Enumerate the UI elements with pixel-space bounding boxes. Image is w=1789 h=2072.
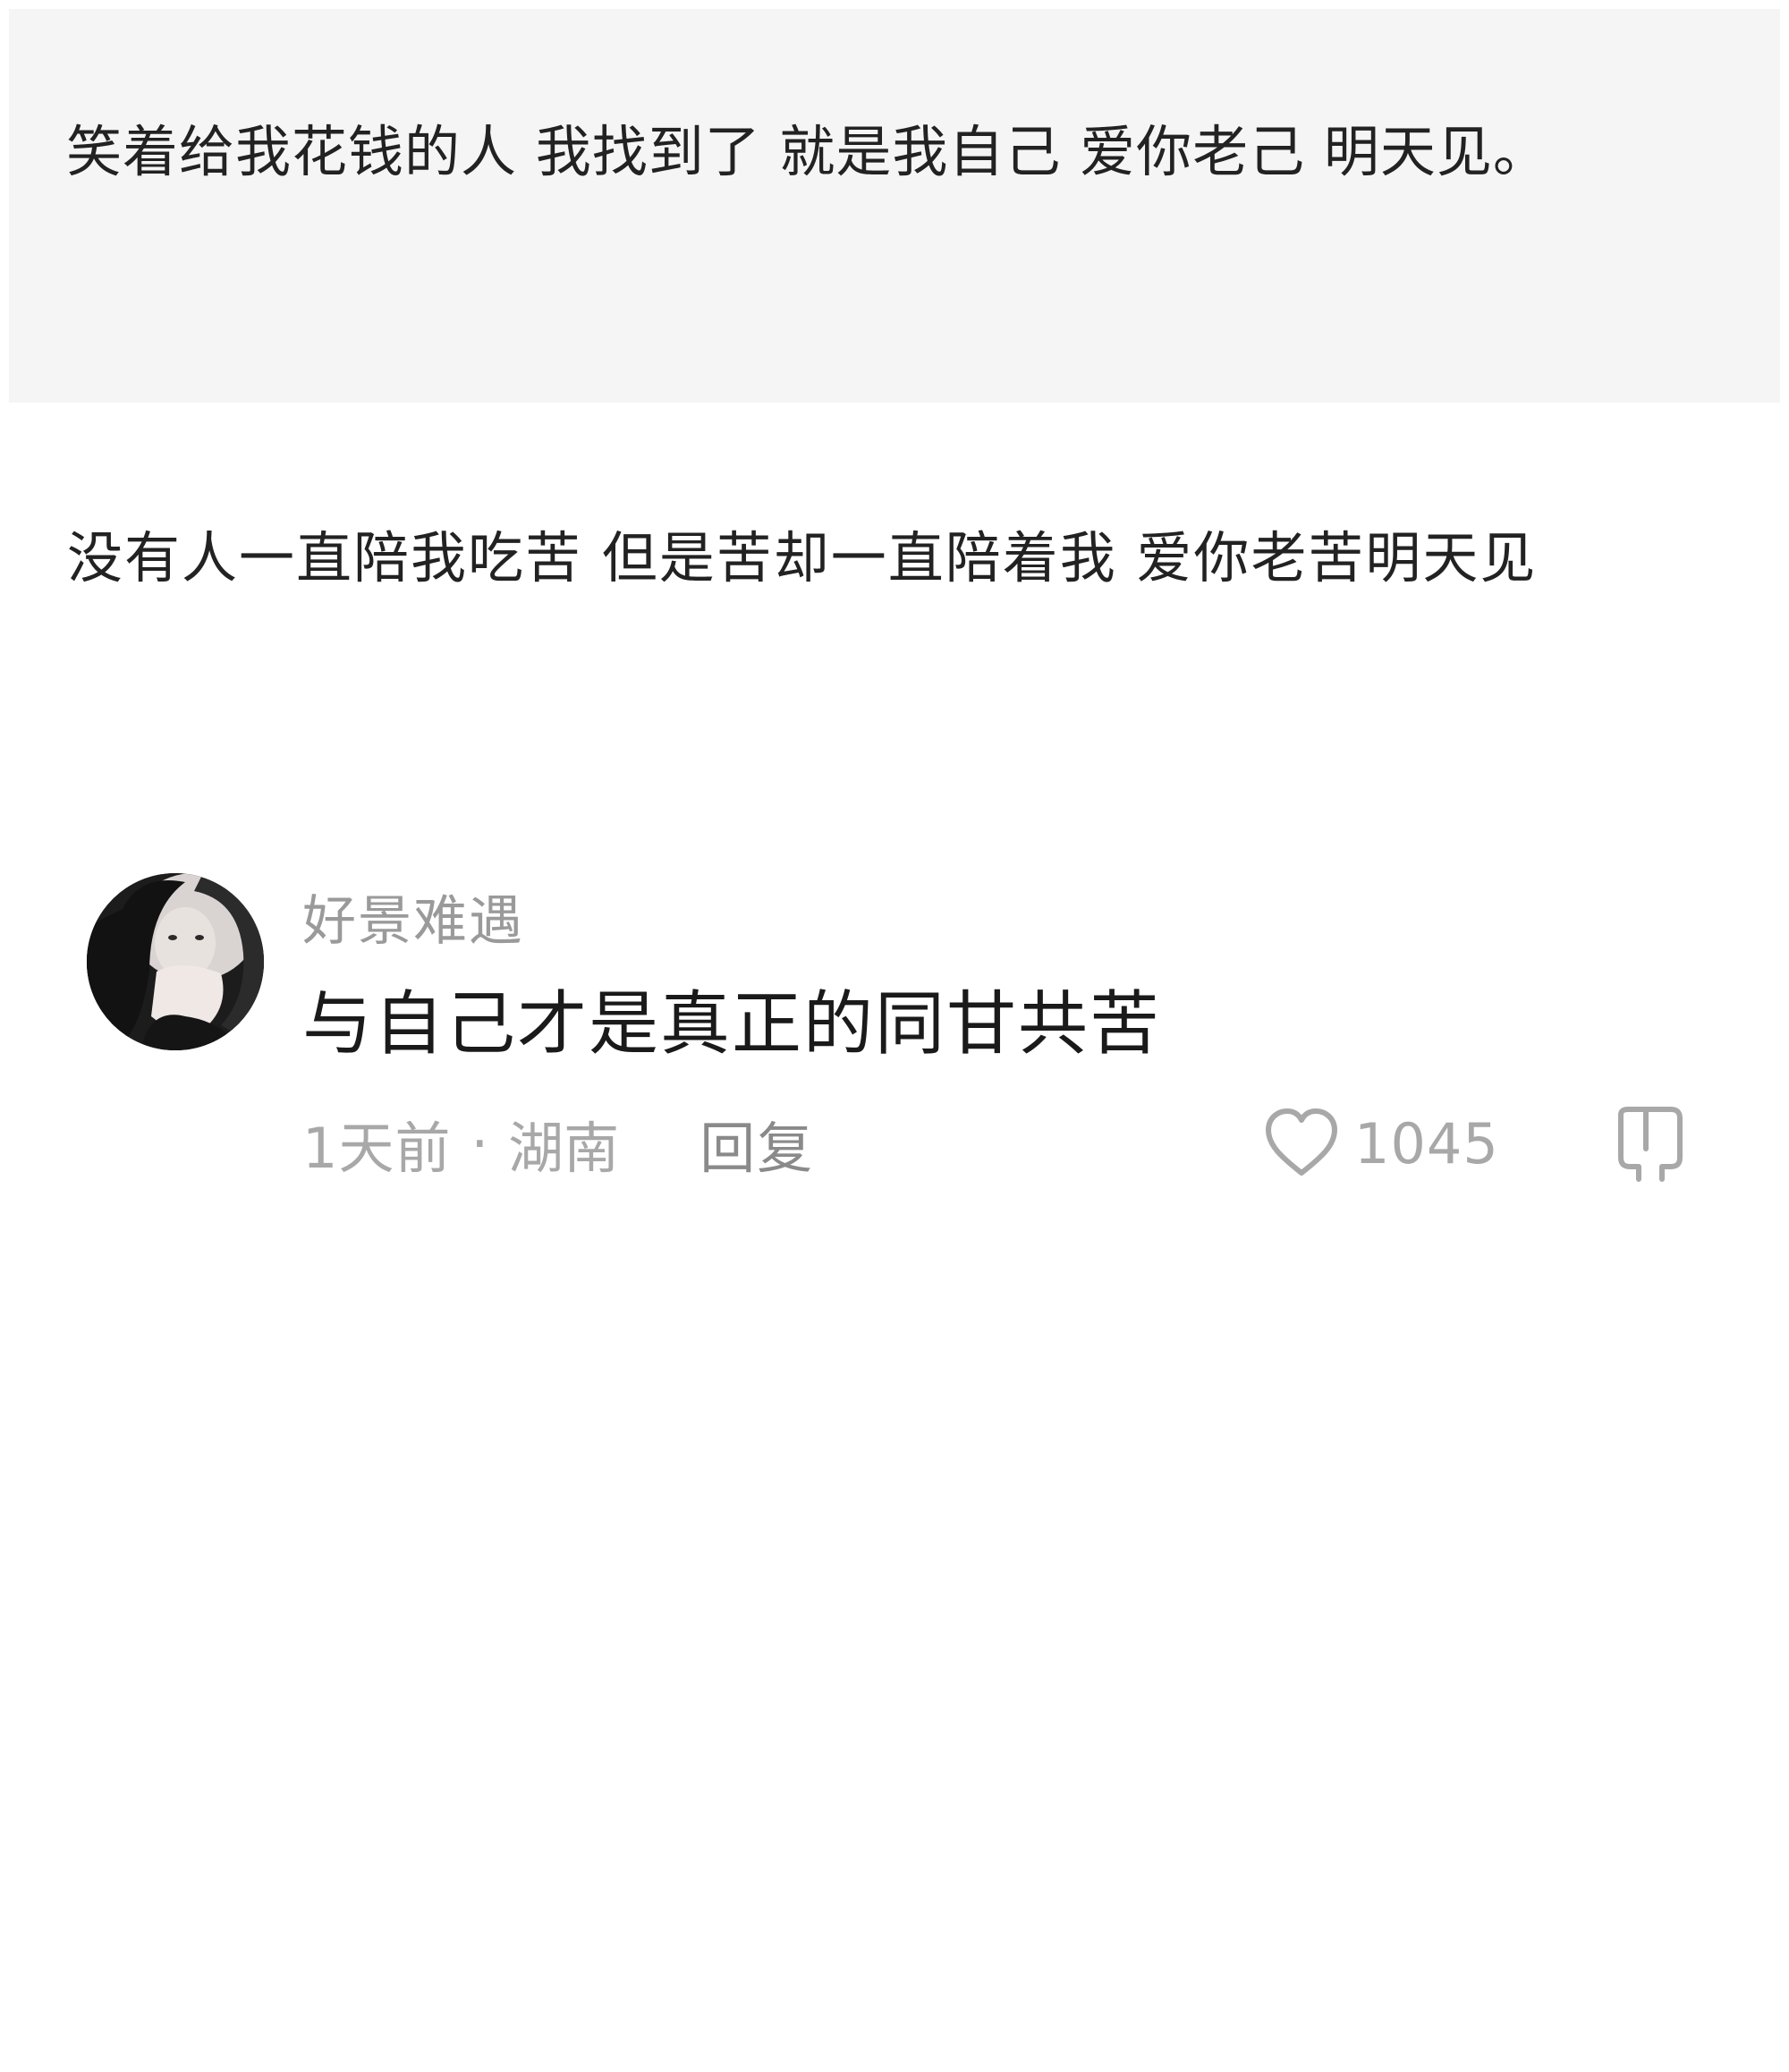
comment-time: 1天前 <box>302 1116 452 1181</box>
like-button[interactable]: 1045 <box>1263 1099 1499 1188</box>
reply-button[interactable]: 回复 <box>699 1103 814 1184</box>
meta-separator: · <box>471 1110 489 1176</box>
post-text-2: 没有人一直陪我吃苦 但是苦却一直陪着我 爱你老苦明天见 <box>67 525 1538 590</box>
comment-username[interactable]: 好景难遇 <box>302 886 524 957</box>
avatar[interactable] <box>87 873 264 1050</box>
bottom-fade <box>1395 2022 1789 2072</box>
avatar-image <box>87 873 264 1050</box>
comment-location: 湖南 <box>508 1116 620 1181</box>
like-count: 1045 <box>1354 1110 1499 1176</box>
comment-item: 好景难遇 与自己才是真正的同甘共苦 1天前 · 湖南 回复 1045 <box>0 859 1789 2072</box>
comment-text: 与自己才是真正的同甘共苦 <box>302 984 1162 1065</box>
post-text-1: 笑着给我花钱的人 我找到了 就是我自己 爱你老己 明天见。 <box>66 119 1549 184</box>
post-card-2: 没有人一直陪我吃苦 但是苦却一直陪着我 爱你老苦明天见 <box>0 403 1789 850</box>
comment-meta: 1天前 · 湖南 回复 <box>302 1099 814 1188</box>
thumb-down-icon[interactable] <box>1612 1104 1689 1185</box>
heart-icon <box>1266 1108 1337 1176</box>
post-card-1: 笑着给我花钱的人 我找到了 就是我自己 爱你老己 明天见。 <box>9 9 1780 403</box>
